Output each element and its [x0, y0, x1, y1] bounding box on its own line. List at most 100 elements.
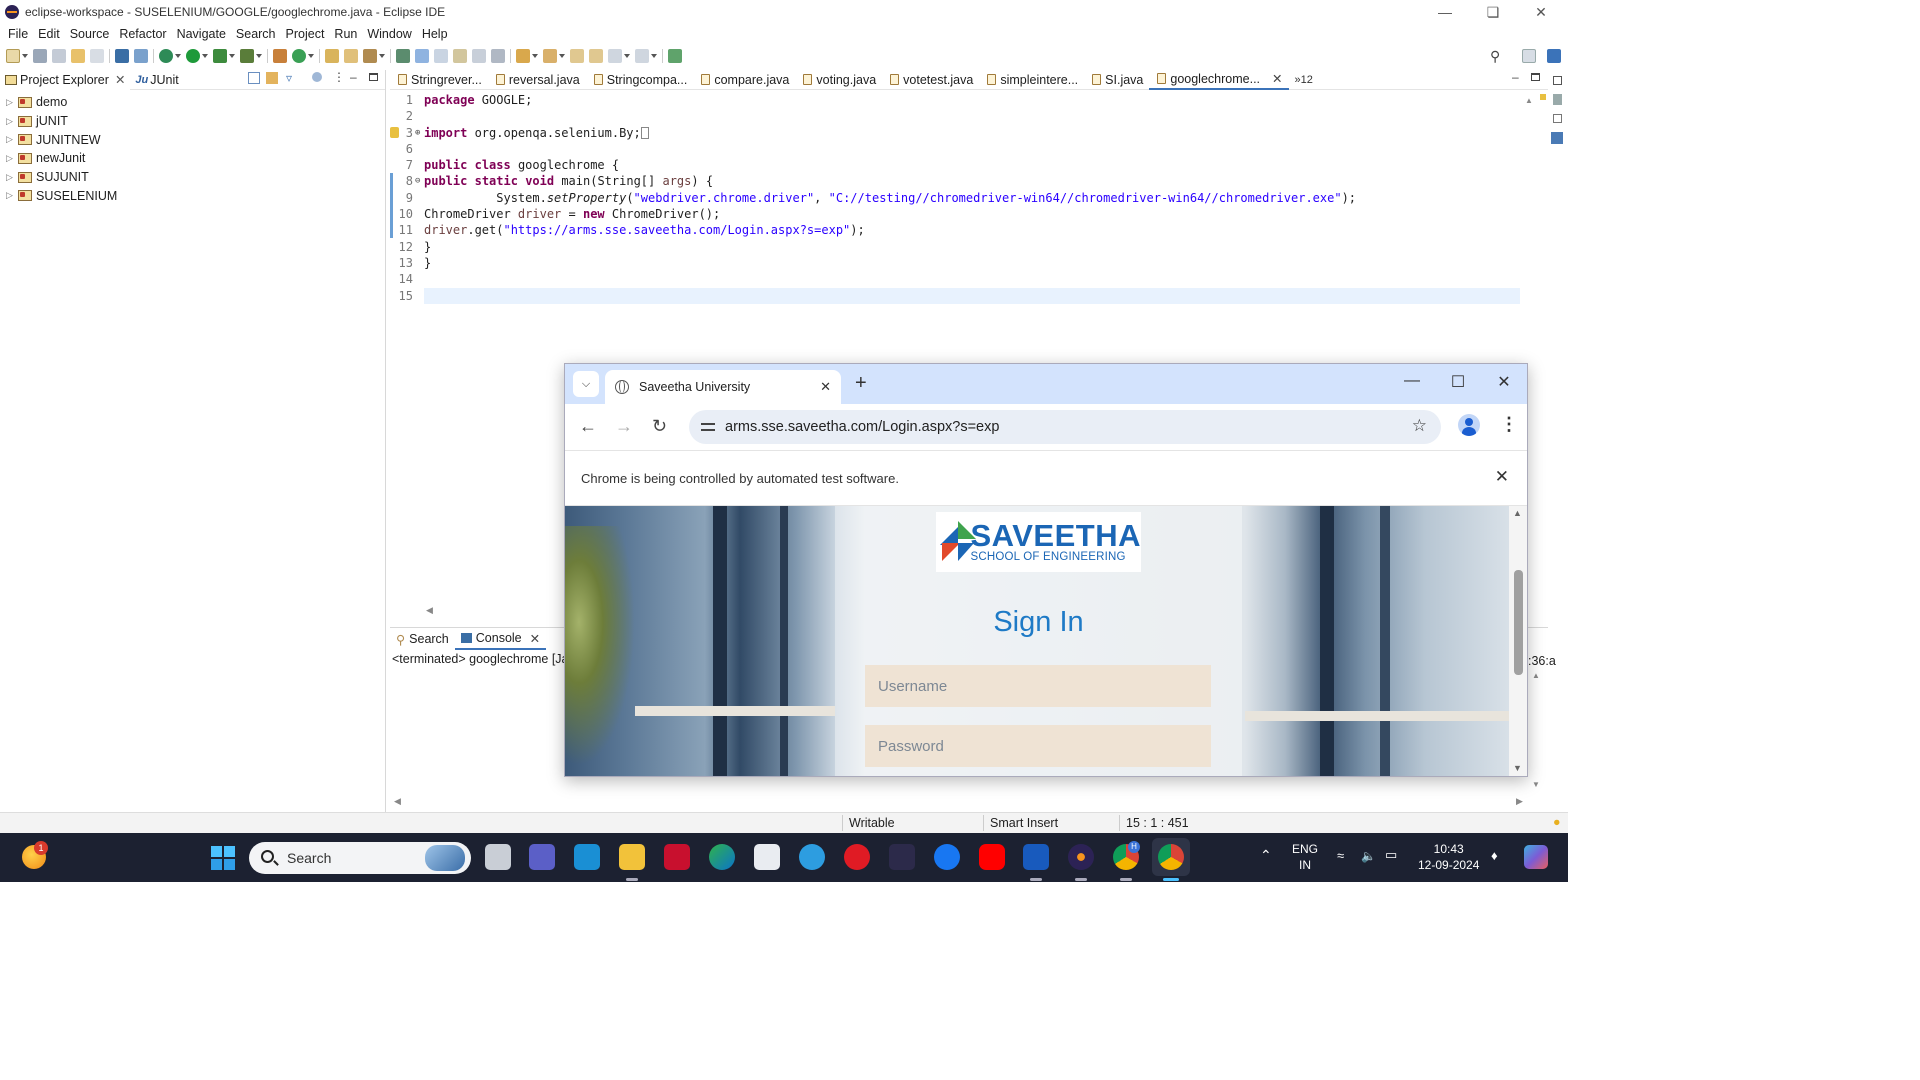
- editor-tab[interactable]: reversal.java: [488, 70, 586, 90]
- pin-editor-icon[interactable]: [668, 49, 682, 63]
- chevron-down-icon[interactable]: [532, 54, 538, 58]
- chevron-down-icon[interactable]: [229, 54, 235, 58]
- chevron-down-icon[interactable]: [308, 54, 314, 58]
- back-icon[interactable]: ←: [579, 416, 597, 437]
- editor-tab-active[interactable]: googlechrome... ✕: [1149, 70, 1289, 90]
- debug-icon[interactable]: [159, 49, 173, 63]
- tree-item-sujunit[interactable]: ▷ SUJUNIT: [0, 168, 385, 187]
- folded-block-icon[interactable]: [640, 127, 649, 140]
- close-icon[interactable]: ✕: [530, 631, 540, 646]
- chevron-down-icon[interactable]: [22, 54, 28, 58]
- word-icon[interactable]: [1023, 844, 1049, 870]
- battery-icon[interactable]: ▭: [1385, 847, 1397, 863]
- username-field[interactable]: Username: [865, 665, 1211, 707]
- chrome-tab[interactable]: Saveetha University ✕: [605, 370, 841, 404]
- menu-window[interactable]: Window: [362, 27, 416, 41]
- view-menu-icon[interactable]: ⋮: [333, 70, 345, 84]
- open-type-icon[interactable]: [325, 49, 339, 63]
- scroll-left-icon[interactable]: ◀: [426, 605, 433, 616]
- menu-file[interactable]: File: [3, 27, 33, 41]
- close-icon[interactable]: ✕: [1489, 372, 1519, 392]
- eclipse-taskbar-icon[interactable]: [1068, 844, 1094, 870]
- notification-bell-icon[interactable]: ♦: [1491, 848, 1498, 864]
- close-icon[interactable]: ✕: [1518, 0, 1564, 24]
- terminal-icon[interactable]: [115, 49, 129, 63]
- chevron-right-icon[interactable]: ▷: [6, 97, 16, 108]
- edge-icon[interactable]: [709, 844, 735, 870]
- tip-icon[interactable]: ●: [1553, 815, 1561, 829]
- overview-warning-marker[interactable]: [1540, 94, 1546, 100]
- scroll-down-icon[interactable]: ▼: [1513, 763, 1522, 773]
- editor-tab[interactable]: compare.java: [693, 70, 795, 90]
- toggle-mark-occurrences-icon[interactable]: [415, 49, 429, 63]
- menu-edit[interactable]: Edit: [33, 27, 65, 41]
- scroll-left-icon[interactable]: ◀: [394, 796, 401, 807]
- forward-icon[interactable]: [635, 49, 649, 63]
- maximize-icon[interactable]: ☐: [1443, 372, 1473, 392]
- search-tool-icon[interactable]: [363, 49, 377, 63]
- file-explorer-icon[interactable]: [619, 844, 645, 870]
- menu-refactor[interactable]: Refactor: [114, 27, 171, 41]
- facebook-icon[interactable]: [934, 844, 960, 870]
- menu-run[interactable]: Run: [329, 27, 362, 41]
- back-icon[interactable]: [608, 49, 622, 63]
- maximize-view-icon[interactable]: [369, 73, 378, 81]
- block-selection-icon[interactable]: [453, 49, 467, 63]
- chevron-down-icon[interactable]: [379, 54, 385, 58]
- java-outline-icon[interactable]: [1551, 132, 1563, 144]
- task-view-icon[interactable]: [485, 844, 511, 870]
- external-tools-icon[interactable]: [240, 49, 254, 63]
- open-task-icon[interactable]: [344, 49, 358, 63]
- editor-tab[interactable]: SI.java: [1084, 70, 1149, 90]
- maximize-view-icon[interactable]: [1531, 73, 1540, 81]
- chevron-right-icon[interactable]: ▷: [6, 190, 16, 201]
- tree-item-newjunit[interactable]: ▷ newJunit: [0, 149, 385, 168]
- close-tab-icon[interactable]: ✕: [820, 379, 831, 395]
- open-perspective-icon[interactable]: [1522, 49, 1536, 63]
- scroll-right-icon[interactable]: ▶: [1516, 796, 1523, 807]
- collapse-all-icon[interactable]: [248, 72, 260, 84]
- fold-expand-icon[interactable]: ⊕: [415, 125, 424, 141]
- coverage-icon[interactable]: [213, 49, 227, 63]
- address-bar[interactable]: arms.sse.saveetha.com/Login.aspx?s=exp ☆: [689, 410, 1441, 444]
- site-info-icon[interactable]: [701, 420, 715, 434]
- previous-annotation-icon[interactable]: [543, 49, 557, 63]
- task-list-icon[interactable]: [1553, 114, 1562, 123]
- chevron-right-icon[interactable]: ▷: [6, 116, 16, 127]
- scroll-up-icon[interactable]: ▲: [1525, 96, 1533, 105]
- chevron-right-icon[interactable]: ▷: [6, 172, 16, 183]
- toggle-ant-icon[interactable]: [396, 49, 410, 63]
- next-annotation-icon[interactable]: [516, 49, 530, 63]
- tab-console[interactable]: Console ✕: [454, 628, 547, 650]
- teams-icon[interactable]: [529, 844, 555, 870]
- restore-icon[interactable]: ❏: [1470, 0, 1516, 24]
- mcafee-icon[interactable]: [664, 844, 690, 870]
- chevron-down-icon[interactable]: [624, 54, 630, 58]
- word-wrap-icon[interactable]: [434, 49, 448, 63]
- chevron-right-icon[interactable]: ▷: [6, 134, 16, 145]
- taskbar-search-box[interactable]: Search: [249, 842, 471, 874]
- tab-search[interactable]: ⚲ Search: [390, 628, 455, 650]
- filter-icon[interactable]: ▿: [286, 71, 292, 85]
- volume-muted-icon[interactable]: 🔈: [1361, 848, 1376, 864]
- search-icon[interactable]: ⚲: [1490, 48, 1500, 65]
- editor-tab[interactable]: Stringcompa...: [586, 70, 694, 90]
- close-icon[interactable]: ✕: [115, 72, 125, 87]
- redo-icon[interactable]: [90, 49, 104, 63]
- chevron-down-icon[interactable]: [256, 54, 262, 58]
- windows-start-icon[interactable]: [211, 846, 235, 870]
- show-whitespace-icon[interactable]: [472, 49, 486, 63]
- menu-source[interactable]: Source: [65, 27, 115, 41]
- language-indicator[interactable]: ENG IN: [1292, 841, 1318, 873]
- scroll-up-icon[interactable]: ▲: [1532, 671, 1540, 680]
- forward-icon[interactable]: →: [615, 416, 633, 437]
- chrome-menu-icon[interactable]: ⋮: [1500, 414, 1518, 435]
- new-tab-icon[interactable]: +: [855, 372, 867, 395]
- outline-view-icon[interactable]: [1553, 94, 1562, 105]
- save-icon[interactable]: [33, 49, 47, 63]
- restore-view-icon[interactable]: [1553, 76, 1562, 85]
- focus-icon[interactable]: [312, 72, 322, 82]
- new-icon[interactable]: [6, 49, 20, 63]
- tab-overflow-indicator[interactable]: »12: [1295, 74, 1313, 86]
- chevron-down-icon[interactable]: [202, 54, 208, 58]
